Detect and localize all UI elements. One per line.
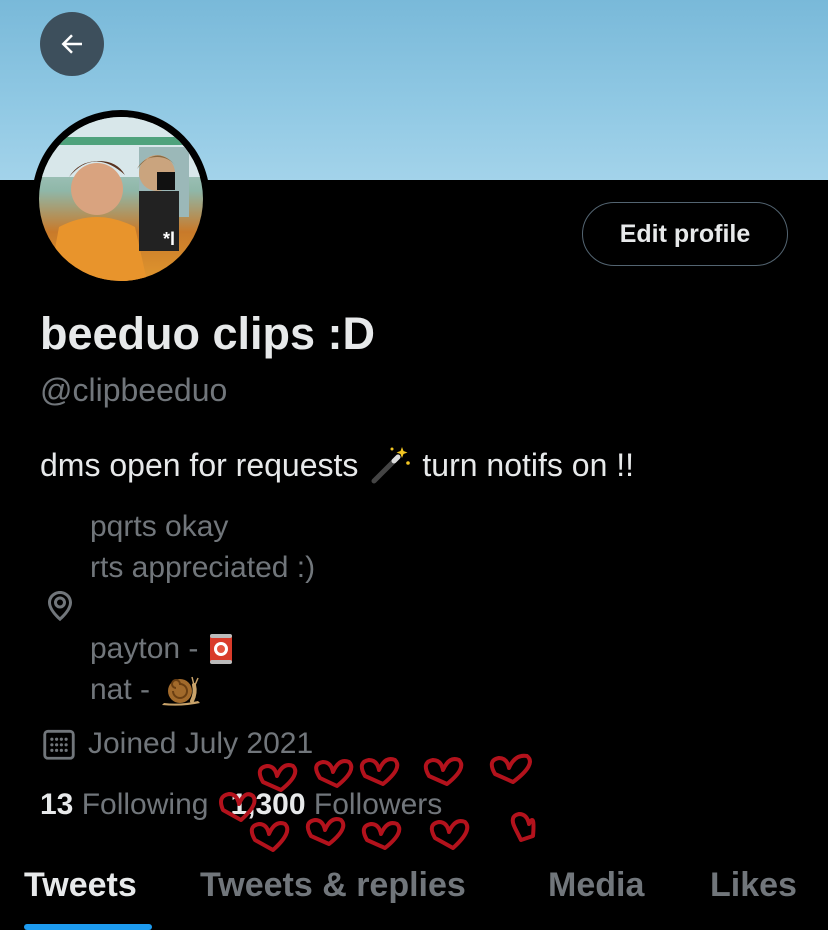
following-label: Following <box>81 788 209 821</box>
followers-count: 1,300 <box>230 788 306 821</box>
soup-can-icon <box>210 633 233 664</box>
back-button[interactable] <box>40 12 104 76</box>
magic-wand-icon <box>371 447 411 484</box>
arrow-left-icon <box>61 34 82 54</box>
heart-doodle <box>305 817 346 846</box>
calendar-icon <box>43 729 75 760</box>
tab-media[interactable]: Media <box>548 866 644 905</box>
avatar-photo: *l <box>39 117 203 281</box>
tab-tweets-replies[interactable]: Tweets & replies <box>200 866 466 905</box>
location: pqrts okay rts appreciated :) payton - n… <box>40 506 640 706</box>
bio-text-end: turn notifs on !! <box>422 446 635 483</box>
followers-label: Followers <box>313 788 443 821</box>
tab-tweets[interactable]: Tweets <box>24 866 137 905</box>
bio-text-start: dms open for requests <box>40 446 359 483</box>
avatar-overlay-text: *l <box>163 229 176 249</box>
joined-date: Joined July 2021 <box>40 725 313 763</box>
following-link[interactable]: 13 Following <box>40 788 208 822</box>
location-line-2: rts appreciated :) <box>90 551 316 584</box>
display-name: beeduo clips :D <box>40 308 376 359</box>
location-payton: payton - <box>90 632 199 665</box>
location-pin-icon <box>48 591 72 622</box>
user-handle: @clipbeeduo <box>40 372 228 408</box>
joined-text: Joined July 2021 <box>88 727 314 760</box>
location-nat: nat - <box>90 673 151 706</box>
heart-doodle <box>314 759 354 788</box>
profile-bio: dms open for requests turn notifs on !! <box>40 443 634 487</box>
heart-doodle <box>429 819 470 850</box>
heart-doodle <box>361 821 402 850</box>
profile-tabs: Tweets Tweets & replies Media Likes <box>0 858 828 930</box>
heart-doodle <box>257 763 298 792</box>
heart-doodle <box>249 821 290 852</box>
edit-profile-button[interactable]: Edit profile <box>582 202 788 266</box>
heart-doodle <box>423 757 464 786</box>
following-count: 13 <box>40 788 74 821</box>
heart-doodle <box>510 812 536 842</box>
active-tab-indicator <box>24 924 152 930</box>
follow-stats: 13 Following 1,300 Followers <box>40 788 442 822</box>
snail-icon <box>162 676 201 706</box>
avatar[interactable]: *l <box>32 110 210 288</box>
location-line-1: pqrts okay <box>90 510 229 543</box>
heart-doodle <box>359 757 400 786</box>
followers-link[interactable]: 1,300 Followers <box>230 788 442 822</box>
tab-likes[interactable]: Likes <box>710 866 797 905</box>
heart-doodle <box>489 753 532 784</box>
